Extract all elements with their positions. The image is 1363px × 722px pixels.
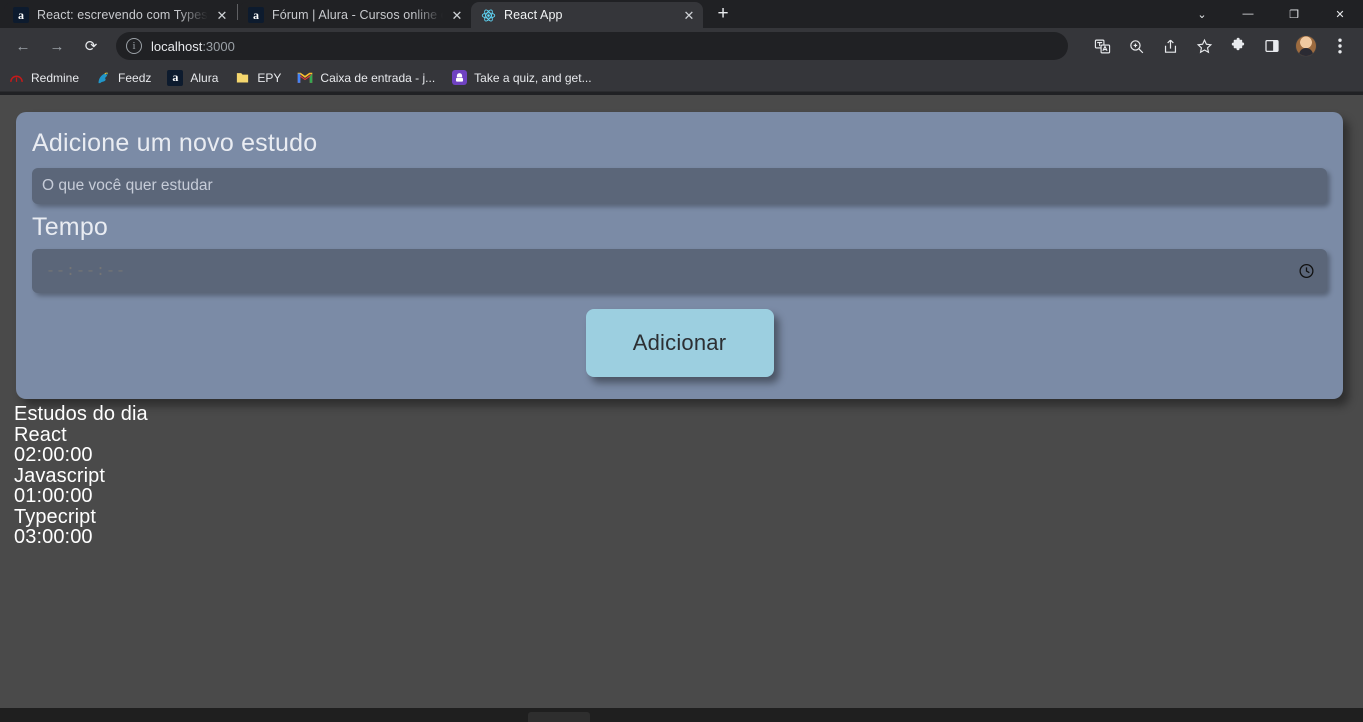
bookmark-alura[interactable]: a Alura xyxy=(167,69,219,86)
address-bar-url: localhost:3000 xyxy=(151,39,235,54)
clock-icon[interactable] xyxy=(1298,263,1315,280)
tab-title: Fórum | Alura - Cursos online de xyxy=(272,8,443,22)
time-input-wrapper xyxy=(32,249,1327,293)
address-host: localhost xyxy=(151,38,203,54)
bookmark-take-a-quiz[interactable]: Take a quiz, and get... xyxy=(451,70,592,86)
bookmark-label: Alura xyxy=(190,70,219,85)
gmail-icon xyxy=(297,70,313,86)
tab-react-typescript[interactable]: a React: escrevendo com Typescrip ✕ xyxy=(4,2,236,28)
back-icon[interactable]: ← xyxy=(9,32,37,60)
submit-row: Adicionar xyxy=(32,309,1327,377)
profile-avatar[interactable] xyxy=(1295,35,1317,57)
toolbar-icons xyxy=(1085,32,1357,60)
bookmark-epy[interactable]: EPY xyxy=(234,70,281,86)
tab-close-icon[interactable]: ✕ xyxy=(214,7,230,23)
share-icon[interactable] xyxy=(1156,32,1184,60)
alura-icon: a xyxy=(248,7,264,23)
redmine-icon xyxy=(8,70,24,86)
study-item-name: Javascript xyxy=(14,464,106,487)
study-item-name: Typecript xyxy=(14,505,97,528)
bookmark-label: Feedz xyxy=(118,70,152,85)
forward-icon[interactable]: → xyxy=(43,32,71,60)
study-item-time: 03:00:00 xyxy=(14,526,93,548)
tab-react-app[interactable]: React App ✕ xyxy=(471,2,703,28)
alura-icon: a xyxy=(167,69,184,86)
time-input[interactable] xyxy=(32,249,1327,293)
study-item-time: 01:00:00 xyxy=(14,485,93,507)
browser-toolbar: ← → ⟳ i localhost:3000 xyxy=(0,28,1363,64)
bookmarks-bar: Redmine Feedz a Alura EPY Caixa de entra… xyxy=(0,64,1363,92)
bookmark-label: Caixa de entrada - j... xyxy=(320,70,436,85)
new-tab-button[interactable]: + xyxy=(709,0,737,28)
feedz-icon xyxy=(95,70,111,86)
bookmark-label: Redmine xyxy=(31,70,80,85)
tab-title: React App xyxy=(504,8,563,22)
folder-icon xyxy=(234,70,250,86)
minimize-icon[interactable]: — xyxy=(1225,0,1271,28)
tab-separator xyxy=(237,4,238,20)
quiz-icon xyxy=(451,70,467,86)
close-icon[interactable]: ✕ xyxy=(1317,0,1363,28)
bookmark-label: EPY xyxy=(257,70,282,85)
react-icon xyxy=(480,7,496,23)
page-content: Adicione um novo estudo Tempo Adicionar … xyxy=(0,95,1363,708)
site-info-icon[interactable]: i xyxy=(126,38,142,54)
bookmark-gmail-inbox[interactable]: Caixa de entrada - j... xyxy=(297,70,435,86)
study-item-time: 02:00:00 xyxy=(14,444,93,466)
tab-strip: a React: escrevendo com Typescrip ✕ a Fó… xyxy=(0,0,1363,28)
study-list: Estudos do dia React 02:00:00 Javascript… xyxy=(14,404,148,548)
add-study-card: Adicione um novo estudo Tempo Adicionar xyxy=(16,112,1343,399)
browser-window: a React: escrevendo com Typescrip ✕ a Fó… xyxy=(0,0,1363,722)
study-input[interactable] xyxy=(32,167,1327,204)
tab-close-icon[interactable]: ✕ xyxy=(449,7,465,23)
maximize-icon[interactable]: ❐ xyxy=(1271,0,1317,28)
extensions-puzzle-icon[interactable] xyxy=(1224,32,1252,60)
chrome-menu-icon[interactable] xyxy=(1326,32,1354,60)
address-bar[interactable]: i localhost:3000 xyxy=(116,32,1068,60)
os-taskbar xyxy=(0,708,1363,722)
tab-forum-alura[interactable]: a Fórum | Alura - Cursos online de ✕ xyxy=(239,2,471,28)
study-list-heading: Estudos do dia xyxy=(14,403,148,425)
window-controls: ⌄ — ❐ ✕ xyxy=(1179,0,1363,28)
side-panel-icon[interactable] xyxy=(1258,32,1286,60)
add-study-button[interactable]: Adicionar xyxy=(585,309,774,377)
reload-icon[interactable]: ⟳ xyxy=(77,32,105,60)
study-item-name: React xyxy=(14,423,67,446)
bookmark-star-icon[interactable] xyxy=(1190,32,1218,60)
translate-icon[interactable] xyxy=(1088,32,1116,60)
tab-close-icon[interactable]: ✕ xyxy=(681,7,697,23)
alura-icon: a xyxy=(13,7,29,23)
page-title: Adicione um novo estudo xyxy=(32,129,318,157)
tab-title: React: escrevendo com Typescrip xyxy=(37,8,208,22)
zoom-icon[interactable] xyxy=(1122,32,1150,60)
bookmark-feedz[interactable]: Feedz xyxy=(95,70,151,86)
address-port: :3000 xyxy=(202,38,235,54)
bookmark-redmine[interactable]: Redmine xyxy=(8,70,79,86)
taskbar-item[interactable] xyxy=(528,712,590,722)
tab-search-icon[interactable]: ⌄ xyxy=(1179,0,1225,28)
time-field-label: Tempo xyxy=(32,212,109,241)
bookmark-label: Take a quiz, and get... xyxy=(474,70,592,85)
